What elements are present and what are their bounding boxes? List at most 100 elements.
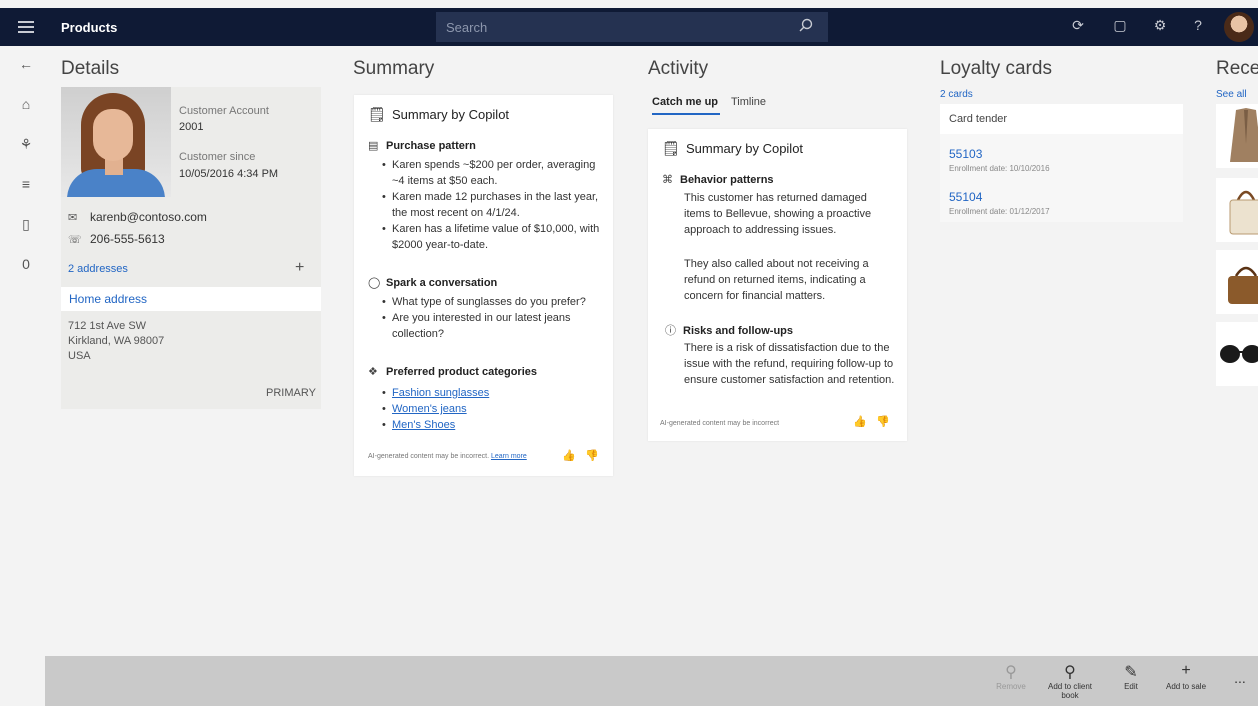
conversation-bullets: What type of sunglasses do you prefer? A…: [382, 294, 604, 342]
sunglasses-thumbnail[interactable]: [1216, 322, 1258, 386]
address-line-1: 712 1st Ave SW: [68, 320, 147, 332]
list-item: Are you interested in our latest jeans c…: [382, 310, 604, 342]
enrollment-date: Enrollment date: 01/12/2017: [949, 207, 1050, 216]
enrollment-date: Enrollment date: 10/10/2016: [949, 164, 1050, 173]
plus-icon: +: [1181, 662, 1191, 679]
active-tab-indicator: [652, 113, 720, 115]
brown-bag-thumbnail[interactable]: [1216, 250, 1258, 314]
behavior-text-1: This customer has returned damaged items…: [684, 192, 872, 236]
add-to-sale-button[interactable]: + Add to sale: [1161, 662, 1211, 691]
tab-catch-me-up[interactable]: Catch me up: [652, 96, 718, 108]
category-link[interactable]: Fashion sunglasses: [392, 387, 489, 399]
search-input[interactable]: Search: [436, 12, 828, 42]
thumbs-down-icon[interactable]: 👎: [585, 449, 599, 462]
activity-card-title: 🗒 Summary by Copilot: [662, 140, 804, 156]
ai-disclaimer: AI-generated content may be incorrect. L…: [368, 453, 527, 460]
behavior-patterns-title: ⌘ Behavior patterns: [662, 174, 774, 186]
list-item: Women's jeans: [382, 401, 604, 417]
address-line-3: USA: [68, 350, 91, 362]
team-icon[interactable]: ⚘: [16, 136, 36, 156]
bag-icon[interactable]: ▯: [16, 216, 36, 236]
pencil-icon: ✎: [1124, 664, 1138, 681]
chat-bubble-icon: ◯: [368, 277, 381, 289]
categories-list: Fashion sunglasses Women's jeans Men's S…: [382, 385, 604, 433]
activity-card: 🗒 Summary by Copilot ⌘ Behavior patterns T…: [648, 129, 907, 441]
see-all-link[interactable]: See all: [1216, 89, 1247, 100]
summary-card: 🗒Summary by Copilot ▤Purchase pattern Ka…: [354, 95, 613, 476]
categories-icon: ❖: [368, 366, 378, 378]
loyalty-card-number[interactable]: 55103: [949, 147, 982, 161]
summary-heading: Summary: [353, 58, 435, 79]
email-row[interactable]: ✉ karenb@contoso.com: [68, 210, 207, 224]
chat-icon[interactable]: ▢: [1110, 17, 1130, 37]
top-bar: Products Search ⟳ ▢ ⚙ ?: [0, 8, 1258, 46]
primary-badge: PRIMARY: [266, 387, 316, 399]
handbag-thumbnail[interactable]: [1216, 178, 1258, 242]
activity-heading: Activity: [648, 58, 709, 79]
thumbs-up-icon[interactable]: 👍: [562, 449, 576, 462]
mail-icon: ✉: [68, 212, 78, 224]
pattern-icon: ⌘: [662, 174, 673, 186]
category-link[interactable]: Men's Shoes: [392, 419, 455, 431]
loyalty-card-number[interactable]: 55104: [949, 190, 982, 204]
info-icon: ⓘ: [665, 325, 676, 337]
more-button[interactable]: ...: [1215, 670, 1258, 686]
learn-more-link[interactable]: Learn more: [491, 453, 527, 460]
home-icon[interactable]: ⌂: [16, 96, 36, 116]
addresses-link[interactable]: 2 addresses: [68, 263, 128, 275]
add-person-icon: ⚲: [1064, 664, 1076, 681]
back-icon[interactable]: ←: [16, 56, 36, 76]
receipt-icon: ▤: [368, 140, 379, 152]
home-address-tab[interactable]: Home address: [61, 287, 321, 311]
details-heading: Details: [61, 58, 120, 79]
settings-icon[interactable]: ⚙: [1150, 17, 1170, 37]
loyalty-cards-list: Card tender 55103 Enrollment date: 10/10…: [940, 104, 1183, 222]
app-title: Products: [61, 20, 118, 35]
zero-badge[interactable]: 0: [16, 256, 36, 276]
avatar[interactable]: [1224, 12, 1254, 42]
list-item: Karen made 12 purchases in the last year…: [382, 189, 604, 221]
list-item: What type of sunglasses do you prefer?: [382, 294, 604, 310]
copilot-icon: 🗒: [368, 106, 386, 122]
details-card: Customer Account 2001 Customer since 10/…: [61, 87, 321, 409]
recent-heading: Rece: [1216, 58, 1258, 79]
risks-title: ⓘ Risks and follow-ups: [665, 322, 793, 338]
left-rail: ← ⌂ ⚘ ≡ ▯ 0: [0, 46, 50, 656]
address-line-2: Kirkland, WA 98007: [68, 335, 165, 347]
tab-timeline[interactable]: Timline: [731, 96, 766, 108]
phone-row[interactable]: ☏ 206-555-5613: [68, 232, 165, 246]
thumbs-down-icon[interactable]: 👎: [876, 415, 890, 428]
phone-icon: ☏: [68, 234, 82, 246]
card-tender-header: Card tender: [940, 104, 1183, 134]
remove-button[interactable]: ⚲ Remove: [986, 662, 1036, 691]
phone-text: 206-555-5613: [90, 232, 165, 246]
add-address-icon[interactable]: +: [295, 259, 304, 277]
spark-conversation-title: ◯ Spark a conversation: [368, 277, 498, 289]
preferred-categories-title: ❖ Preferred product categories: [368, 366, 537, 378]
menu-icon[interactable]: [18, 18, 34, 36]
account-value: 2001: [179, 121, 204, 133]
since-label: Customer since: [179, 151, 256, 163]
ai-disclaimer: AI-generated content may be incorrect: [660, 420, 780, 427]
help-icon[interactable]: ?: [1188, 17, 1208, 37]
remove-person-icon: ⚲: [1005, 664, 1017, 681]
thumbs-up-icon[interactable]: 👍: [853, 415, 867, 428]
purchase-pattern-title: ▤ Purchase pattern: [368, 140, 476, 152]
list-item: Fashion sunglasses: [382, 385, 604, 401]
edit-button[interactable]: ✎ Edit: [1106, 662, 1156, 691]
command-bar: ⚲ Remove ⚲ Add to client book ✎ Edit + Add t…: [45, 656, 1258, 706]
copilot-icon: 🗒: [662, 140, 680, 156]
coat-thumbnail[interactable]: [1216, 104, 1258, 168]
add-to-client-book-button[interactable]: ⚲ Add to client book: [1045, 662, 1095, 700]
list-icon[interactable]: ≡: [16, 176, 36, 196]
loyalty-heading: Loyalty cards: [940, 58, 1052, 79]
since-value: 10/05/2016 4:34 PM: [179, 168, 279, 180]
category-link[interactable]: Women's jeans: [392, 403, 467, 415]
search-placeholder: Search: [446, 20, 488, 35]
refresh-icon[interactable]: ⟳: [1068, 17, 1088, 37]
list-item: Karen spends ~$200 per order, averaging …: [382, 157, 604, 189]
email-text: karenb@contoso.com: [90, 210, 207, 224]
cards-count-link[interactable]: 2 cards: [940, 89, 973, 100]
search-icon[interactable]: [798, 18, 814, 34]
customer-photo: [61, 87, 171, 197]
